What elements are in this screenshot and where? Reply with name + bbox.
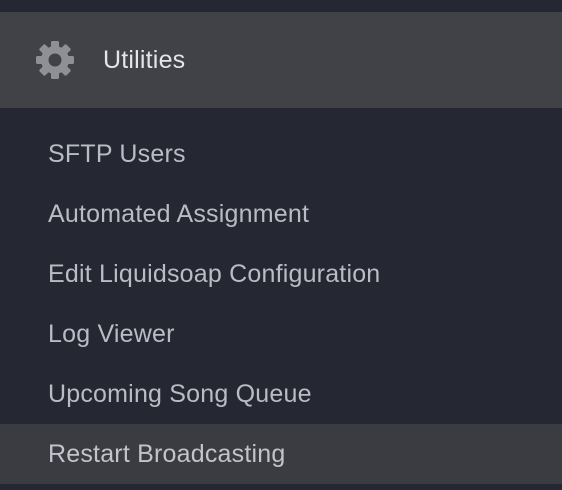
menu-item-edit-liquidsoap-configuration[interactable]: Edit Liquidsoap Configuration: [0, 244, 562, 304]
menu-top-edge: [0, 0, 562, 12]
utilities-section-header[interactable]: Utilities: [0, 12, 562, 108]
menu-item-automated-assignment[interactable]: Automated Assignment: [0, 184, 562, 244]
menu-item-sftp-users[interactable]: SFTP Users: [0, 108, 562, 184]
gear-icon: [34, 39, 76, 81]
utilities-submenu: SFTP Users Automated Assignment Edit Liq…: [0, 108, 562, 484]
menu-item-restart-broadcasting[interactable]: Restart Broadcasting: [0, 424, 562, 484]
section-title: Utilities: [103, 45, 186, 74]
menu-item-log-viewer[interactable]: Log Viewer: [0, 304, 562, 364]
sidebar-menu: Utilities SFTP Users Automated Assignmen…: [0, 0, 562, 490]
menu-item-upcoming-song-queue[interactable]: Upcoming Song Queue: [0, 364, 562, 424]
